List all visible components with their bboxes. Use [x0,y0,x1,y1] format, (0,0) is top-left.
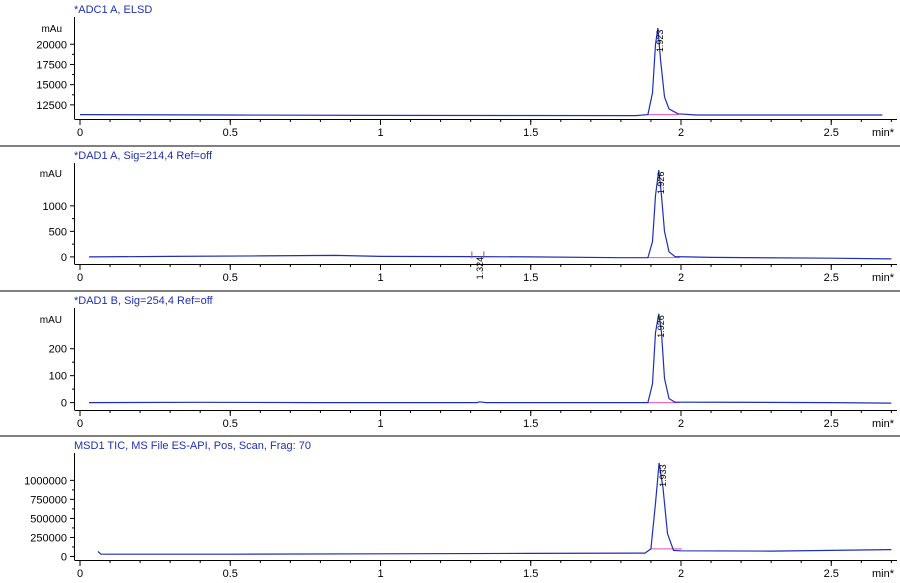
series-line [97,462,892,555]
x-tick-label: 1.5 [523,568,538,580]
x-tick-label: 0 [77,418,83,430]
y-tick-label: 12500 [36,100,67,112]
y-tick-label: 1000000 [24,475,67,487]
x-tick-label: 2 [678,272,684,284]
panel-title: *ADC1 A, ELSD [74,4,152,16]
peak-label: 1.923 [655,30,665,53]
y-tick-label: 750000 [30,494,67,506]
y-unit-label: mAU [40,315,62,326]
x-tick-label: 2 [678,127,684,139]
y-tick-label: 500 [49,226,67,238]
x-tick-label: 0 [77,127,83,139]
x-tick-label: 1 [377,127,383,139]
peak-label: 1.324 [475,257,485,280]
x-tick-label: 2.5 [824,568,839,580]
x-tick-label: 0.5 [223,127,238,139]
peak-label: 1.926 [656,315,666,338]
x-tick-label: 0.5 [223,418,238,430]
peak-label: 1.926 [656,172,666,195]
series-line [88,313,892,404]
y-tick-label: 200 [49,344,67,356]
x-tick-label: 2.5 [824,127,839,139]
y-tick-label: 15000 [36,80,67,92]
y-tick-label: 100 [49,371,67,383]
panel-title: *DAD1 B, Sig=254,4 Ref=off [74,295,214,307]
x-tick-label: 0 [77,568,83,580]
x-unit-label: min* [872,418,895,430]
x-tick-label: 1.5 [523,272,538,284]
panel-2: *DAD1 A, Sig=214,4 Ref=off mAU 0 500 1000 0 0.… [0,145,900,284]
y-tick-label: 500000 [30,513,67,525]
x-unit-label: min* [872,127,895,139]
panel-4: MSD1 TIC, MS File ES-API, Pos, Scan, Fra… [0,435,900,580]
y-tick-label: 1000 [43,201,67,213]
series-line [88,170,892,260]
y-tick-label: 0 [61,252,67,264]
x-tick-label: 1.5 [523,127,538,139]
x-tick-label: 1 [377,418,383,430]
y-tick-label: 17500 [36,59,67,71]
x-tick-label: 1.5 [523,418,538,430]
x-tick-label: 1 [377,568,383,580]
y-unit-label: mAU [40,169,62,180]
panel-title: *DAD1 A, Sig=214,4 Ref=off [74,150,213,162]
y-unit-label: mAu [41,24,62,35]
chromatogram-stack: *ADC1 A, ELSDmAu125001500017500200000 0.5… [0,4,900,580]
x-tick-label: 2.5 [824,418,839,430]
peak-label: 1.933 [658,464,668,487]
x-tick-label: 2 [678,568,684,580]
y-tick-label: 0 [61,398,67,410]
x-tick-label: 2 [678,418,684,430]
x-unit-label: min* [872,272,895,284]
panel-3: *DAD1 B, Sig=254,4 Ref=off mAU 0 100 200 0 0.5… [0,290,900,430]
x-unit-label: min* [872,568,895,580]
y-tick-label: 0 [61,551,67,563]
x-tick-label: 2.5 [824,272,839,284]
x-tick-label: 0.5 [223,272,238,284]
x-tick-label: 1 [377,272,383,284]
series-line [79,28,883,117]
y-tick-label: 20000 [36,39,67,51]
x-tick-label: 0.5 [223,568,238,580]
x-tick-label: 0 [77,272,83,284]
y-tick-label: 250000 [30,532,67,544]
panel-1: *ADC1 A, ELSD mAu 12500 15000 17500 20000 0 0.5… [36,4,897,139]
panel-title: MSD1 TIC, MS File ES-API, Pos, Scan, Fra… [74,440,311,452]
